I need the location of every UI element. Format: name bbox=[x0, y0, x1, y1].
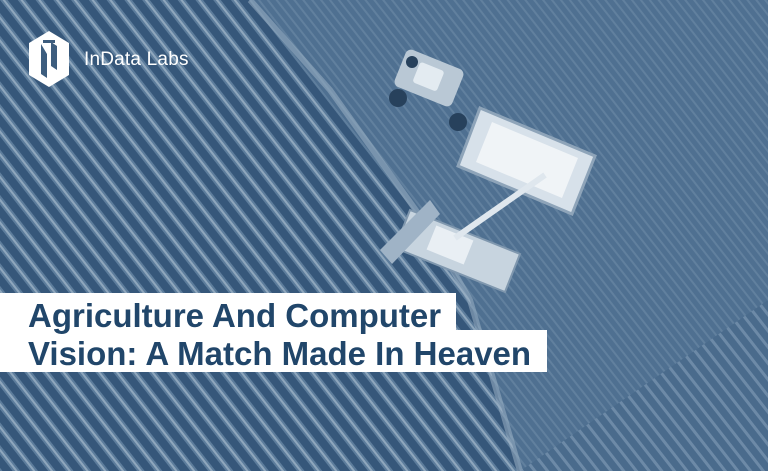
title-line-2: Vision: A Match Made In Heaven bbox=[0, 330, 548, 372]
brand-logo[interactable]: InData Labs bbox=[27, 30, 189, 88]
page-title: Agriculture And Computer Vision: A Match… bbox=[0, 293, 548, 372]
indata-labs-hexagon-icon bbox=[29, 31, 69, 87]
article-banner: InData Labs Agriculture And Computer Vis… bbox=[0, 0, 768, 471]
title-line-1: Agriculture And Computer bbox=[0, 293, 457, 332]
brand-name: InData Labs bbox=[84, 48, 189, 70]
